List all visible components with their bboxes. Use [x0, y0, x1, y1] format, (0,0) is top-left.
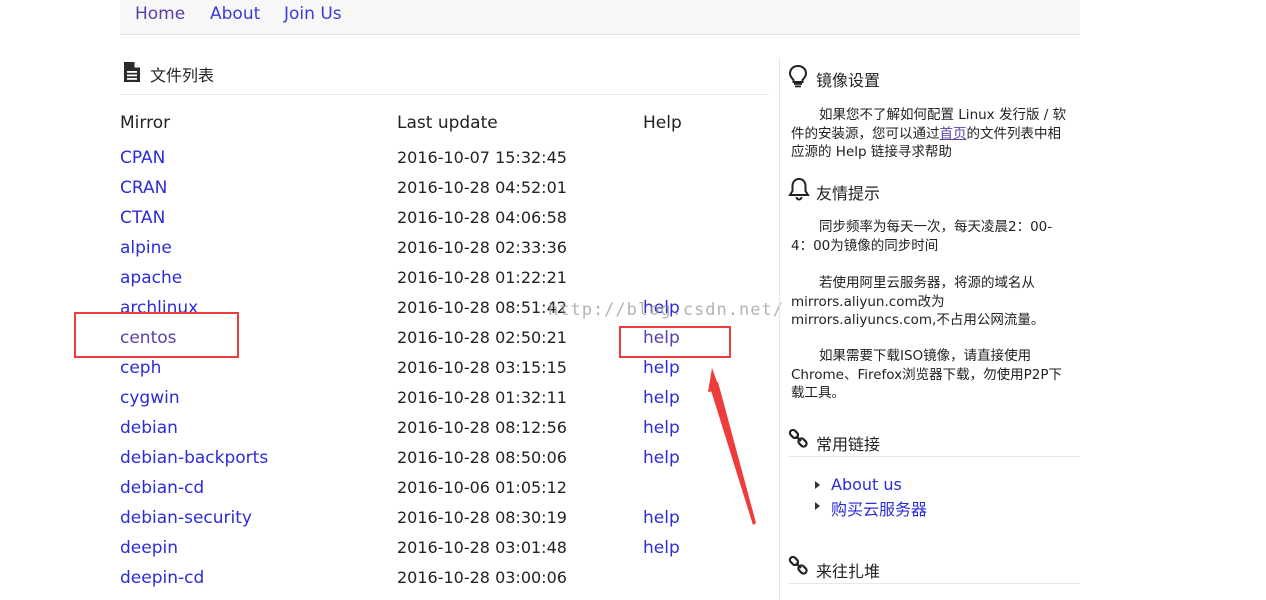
triangle-right-icon: [815, 502, 820, 510]
last-update-value: 2016-10-06 01:05:12: [397, 478, 567, 497]
mirror-link[interactable]: deepin: [120, 538, 178, 558]
mirror-link[interactable]: CRAN: [120, 178, 167, 198]
annotation-box-centos: [74, 312, 239, 358]
mirror-link[interactable]: debian-backports: [120, 448, 268, 468]
homepage-link[interactable]: 首页: [940, 126, 967, 142]
last-update-value: 2016-10-28 04:52:01: [397, 178, 567, 197]
buy-cloud-server-link[interactable]: 购买云服务器: [831, 496, 927, 520]
last-update-value: 2016-10-28 03:15:15: [397, 358, 567, 377]
last-update-value: 2016-10-28 03:01:48: [397, 538, 567, 557]
tips-para-1: 同步频率为每天一次，每天凌晨2：00-4：00为镜像的同步时间: [791, 218, 1071, 255]
mirror-link[interactable]: CTAN: [120, 208, 165, 228]
help-link[interactable]: help: [643, 358, 680, 378]
nav-about-link[interactable]: About: [210, 4, 260, 24]
table-row: cygwin 2016-10-28 01:32:11 help: [120, 384, 720, 414]
watermark-text: http://blog.csdn.net/: [548, 300, 784, 320]
nav-joinus-link[interactable]: Join Us: [284, 4, 342, 24]
common-links-header: 常用链接: [788, 422, 1080, 457]
table-row: alpine 2016-10-28 02:33:36: [120, 234, 720, 264]
column-header-help: Help: [643, 113, 682, 133]
tips-title: 友情提示: [816, 184, 881, 203]
mirror-settings-header: 镜像设置: [788, 58, 1080, 92]
table-row: CRAN 2016-10-28 04:52:01: [120, 174, 720, 204]
lightbulb-icon: [788, 64, 808, 92]
mirror-link[interactable]: alpine: [120, 238, 172, 258]
filelist-title: 文件列表: [150, 66, 215, 85]
mirror-link[interactable]: debian: [120, 418, 178, 438]
last-update-value: 2016-10-28 03:00:06: [397, 568, 567, 587]
table-row: CTAN 2016-10-28 04:06:58: [120, 204, 720, 234]
table-row: CPAN 2016-10-07 15:32:45: [120, 144, 720, 174]
tips-para-2-text: 若使用阿里云服务器，将源的域名从mirrors.aliyun.com改为mirr…: [791, 275, 1045, 328]
table-row: ceph 2016-10-28 03:15:15 help: [120, 354, 720, 384]
about-us-link[interactable]: About us: [831, 475, 902, 494]
table-row: deepin 2016-10-28 03:01:48 help: [120, 534, 720, 564]
tips-para-3-text: 如果需要下载ISO镜像，请直接使用Chrome、Firefox浏览器下载，勿使用…: [791, 348, 1063, 401]
link-icon: [788, 555, 810, 581]
nav-home-link[interactable]: Home: [135, 4, 185, 24]
mirror-settings-text: 如果您不了解如何配置 Linux 发行版 / 软件的安装源，您可以通过首页的文件…: [791, 106, 1071, 162]
annotation-box-help: [619, 326, 731, 358]
column-header-last-update: Last update: [397, 113, 498, 133]
mirror-link[interactable]: apache: [120, 268, 182, 288]
help-link[interactable]: help: [643, 538, 680, 558]
table-row: debian-security 2016-10-28 08:30:19 help: [120, 504, 720, 534]
last-update-value: 2016-10-28 08:50:06: [397, 448, 567, 467]
tips-para-2: 若使用阿里云服务器，将源的域名从mirrors.aliyun.com改为mirr…: [791, 274, 1071, 330]
friend-links-title: 来往扎堆: [816, 562, 881, 581]
mirror-link[interactable]: debian-security: [120, 508, 252, 528]
table-row: apache 2016-10-28 01:22:21: [120, 264, 720, 294]
top-navbar: Home About Join Us: [120, 0, 1080, 35]
table-row: debian-cd 2016-10-06 01:05:12: [120, 474, 720, 504]
bell-icon: [788, 177, 810, 205]
last-update-value: 2016-10-07 15:32:45: [397, 148, 567, 167]
sidebar: 镜像设置 如果您不了解如何配置 Linux 发行版 / 软件的安装源，您可以通过…: [779, 58, 1080, 600]
annotation-arrow: [708, 368, 756, 525]
tips-header: 友情提示: [788, 171, 1080, 205]
mirror-link[interactable]: debian-cd: [120, 478, 204, 498]
friend-links-header: 来往扎堆: [788, 549, 1080, 584]
mirror-settings-title: 镜像设置: [816, 71, 881, 90]
last-update-value: 2016-10-28 01:32:11: [397, 388, 567, 407]
last-update-value: 2016-10-28 04:06:58: [397, 208, 567, 227]
mirror-link[interactable]: deepin-cd: [120, 568, 204, 588]
last-update-value: 2016-10-28 08:51:42: [397, 298, 567, 317]
table-row: debian 2016-10-28 08:12:56 help: [120, 414, 720, 444]
filelist-header: 文件列表: [120, 58, 769, 95]
help-link[interactable]: help: [643, 508, 680, 528]
table-row: debian-backports 2016-10-28 08:50:06 help: [120, 444, 720, 474]
last-update-value: 2016-10-28 02:50:21: [397, 328, 567, 347]
tips-para-3: 如果需要下载ISO镜像，请直接使用Chrome、Firefox浏览器下载，勿使用…: [791, 347, 1071, 403]
tips-para-1-text: 同步频率为每天一次，每天凌晨2：00-4：00为镜像的同步时间: [791, 219, 1053, 254]
link-icon: [788, 428, 810, 454]
last-update-value: 2016-10-28 08:30:19: [397, 508, 567, 527]
mirror-link[interactable]: ceph: [120, 358, 161, 378]
common-links-title: 常用链接: [816, 435, 881, 454]
mirror-link[interactable]: CPAN: [120, 148, 165, 168]
help-link[interactable]: help: [643, 388, 680, 408]
last-update-value: 2016-10-28 01:22:21: [397, 268, 567, 287]
help-link[interactable]: help: [643, 448, 680, 468]
table-row: deepin-cd 2016-10-28 03:00:06: [120, 564, 720, 594]
last-update-value: 2016-10-28 02:33:36: [397, 238, 567, 257]
triangle-right-icon: [815, 481, 820, 489]
last-update-value: 2016-10-28 08:12:56: [397, 418, 567, 437]
file-icon: [123, 61, 141, 87]
mirror-link[interactable]: cygwin: [120, 388, 180, 408]
help-link[interactable]: help: [643, 418, 680, 438]
column-header-mirror: Mirror: [120, 113, 171, 133]
